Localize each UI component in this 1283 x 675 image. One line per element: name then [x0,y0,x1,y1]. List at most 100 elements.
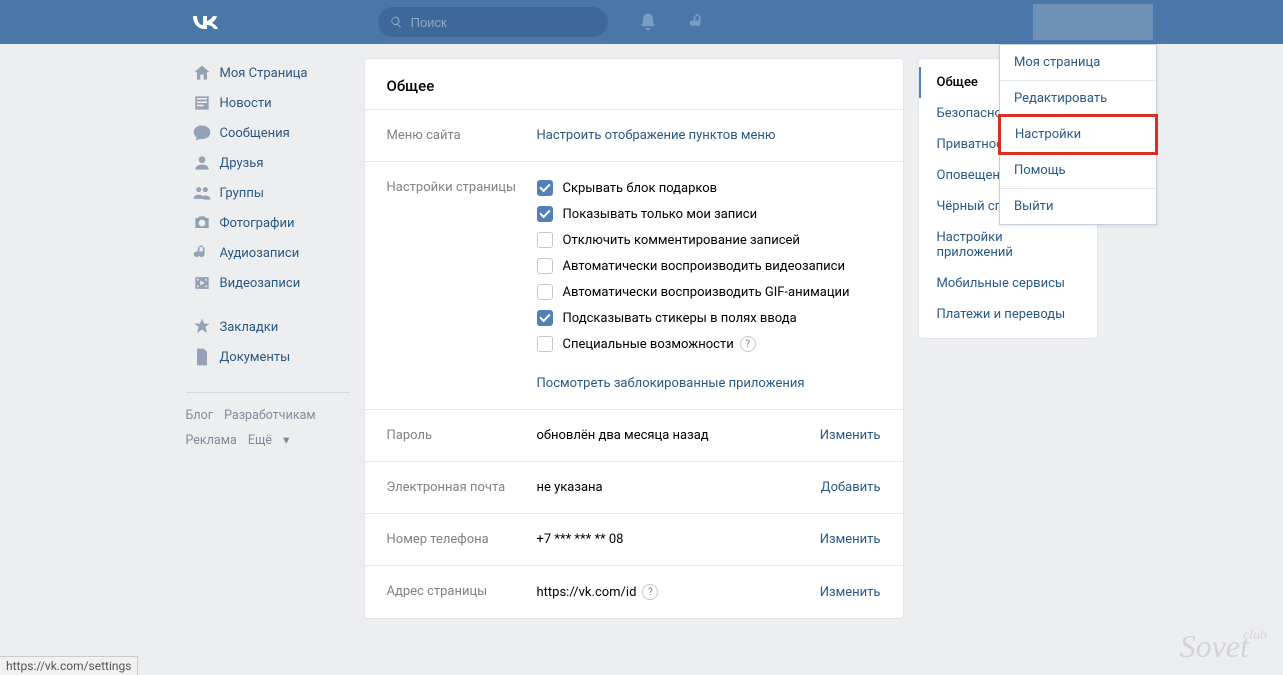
checkbox-row[interactable]: Специальные возможности? [537,336,881,352]
nav-label: Закладки [220,320,279,335]
checkbox-label: Автоматически воспроизводить GIF-анимаци… [563,285,850,300]
section-label: Номер телефона [387,532,537,547]
checkbox-row[interactable]: Подсказывать стикеры в полях ввода [537,310,881,326]
search-input[interactable] [411,15,596,30]
profile-dropdown: Моя страница Редактировать Настройки Пом… [999,44,1157,225]
section-password: Пароль обновлён два месяца назад Изменит… [365,409,903,461]
checkbox[interactable] [537,284,553,300]
audio-icon [192,243,212,263]
music-icon[interactable] [688,12,708,32]
help-icon[interactable]: ? [740,336,756,352]
nav-label: Аудиозаписи [220,246,300,261]
footer-ads[interactable]: Реклама [186,433,237,448]
settings-nav-item[interactable]: Мобильные сервисы [919,268,1097,299]
password-value: обновлён два месяца назад [537,428,709,443]
nav-news[interactable]: Новости [186,88,350,118]
vk-logo[interactable] [190,10,218,35]
checkbox-label: Показывать только мои записи [563,207,758,222]
nav-friends[interactable]: Друзья [186,148,350,178]
section-page-settings: Настройки страницы Скрывать блок подарко… [365,161,903,409]
video-icon [192,273,212,293]
checkbox-label: Скрывать блок подарков [563,181,718,196]
dropdown-settings[interactable]: Настройки [998,114,1158,155]
checkbox-label: Специальные возможности [563,337,734,352]
topbar [0,0,1283,44]
dropdown-my-page[interactable]: Моя страница [1000,45,1156,80]
checkbox[interactable] [537,180,553,196]
status-bar-url: https://vk.com/settings [0,656,138,675]
checkbox-row[interactable]: Автоматически воспроизводить видеозаписи [537,258,881,274]
nav-docs[interactable]: Документы [186,342,350,372]
footer-links: Блог Разработчикам Реклама Ещё ▾ [186,392,350,453]
nav-label: Документы [220,350,291,365]
checkbox[interactable] [537,258,553,274]
nav-label: Сообщения [220,126,290,141]
checkbox-row[interactable]: Отключить комментирование записей [537,232,881,248]
checkbox-row[interactable]: Показывать только мои записи [537,206,881,222]
section-address: Адрес страницы https://vk.com/id ? Измен… [365,565,903,618]
phone-value: +7 *** *** ** 08 [537,532,624,547]
docs-icon [192,347,212,367]
change-phone-link[interactable]: Изменить [820,532,881,547]
nav-label: Группы [220,186,264,201]
checkbox-row[interactable]: Автоматически воспроизводить GIF-анимаци… [537,284,881,300]
dropdown-edit[interactable]: Редактировать [1000,81,1156,116]
change-address-link[interactable]: Изменить [820,585,881,600]
nav-video[interactable]: Видеозаписи [186,268,350,298]
search-box[interactable] [378,7,608,37]
dropdown-logout[interactable]: Выйти [1000,189,1156,224]
address-value: https://vk.com/id ? [537,584,659,600]
checkbox-label: Автоматически воспроизводить видеозаписи [563,259,845,274]
settings-content: Общее Меню сайта Настроить отображение п… [364,58,904,619]
configure-menu-link[interactable]: Настроить отображение пунктов меню [537,128,776,143]
profile-menu-trigger[interactable] [1033,4,1153,40]
nav-label: Моя Страница [220,66,308,81]
top-icons [638,12,708,32]
footer-devs[interactable]: Разработчикам [224,408,316,423]
nav-photos[interactable]: Фотографии [186,208,350,238]
section-phone: Номер телефона +7 *** *** ** 08 Изменить [365,513,903,565]
nav-label: Друзья [220,156,264,171]
settings-nav-item[interactable]: Платежи и переводы [919,299,1097,330]
search-icon [390,15,403,29]
change-password-link[interactable]: Изменить [820,428,881,443]
email-value: не указана [537,480,603,495]
photos-icon [192,213,212,233]
checkbox-row[interactable]: Скрывать блок подарков [537,180,881,196]
home-icon [192,63,212,83]
bookmarks-icon [192,317,212,337]
watermark: Sovetclub [1180,628,1273,665]
section-label: Адрес страницы [387,584,537,600]
section-site-menu: Меню сайта Настроить отображение пунктов… [365,109,903,161]
checkbox[interactable] [537,336,553,352]
checkbox-label: Отключить комментирование записей [563,233,800,248]
nav-my-page[interactable]: Моя Страница [186,58,350,88]
section-label: Электронная почта [387,480,537,495]
footer-more[interactable]: Ещё ▾ [248,433,290,448]
add-email-link[interactable]: Добавить [821,480,881,495]
checkbox-label: Подсказывать стикеры в полях ввода [563,311,797,326]
checkbox[interactable] [537,232,553,248]
messages-icon [192,123,212,143]
section-label: Меню сайта [387,128,537,143]
nav-groups[interactable]: Группы [186,178,350,208]
blocked-apps-link[interactable]: Посмотреть заблокированные приложения [537,376,805,391]
nav-messages[interactable]: Сообщения [186,118,350,148]
section-email: Электронная почта не указана Добавить [365,461,903,513]
section-label: Пароль [387,428,537,443]
left-sidebar: Моя Страница Новости Сообщения Друзья Гр… [186,58,350,619]
checkbox[interactable] [537,310,553,326]
news-icon [192,93,212,113]
help-icon[interactable]: ? [642,584,658,600]
notifications-icon[interactable] [638,12,658,32]
settings-nav-item[interactable]: Настройки приложений [919,222,1097,268]
groups-icon [192,183,212,203]
footer-blog[interactable]: Блог [186,408,213,423]
section-label: Настройки страницы [387,180,537,391]
nav-label: Новости [220,96,272,111]
nav-label: Фотографии [220,216,295,231]
dropdown-help[interactable]: Помощь [1000,153,1156,188]
checkbox[interactable] [537,206,553,222]
nav-audio[interactable]: Аудиозаписи [186,238,350,268]
nav-bookmarks[interactable]: Закладки [186,312,350,342]
